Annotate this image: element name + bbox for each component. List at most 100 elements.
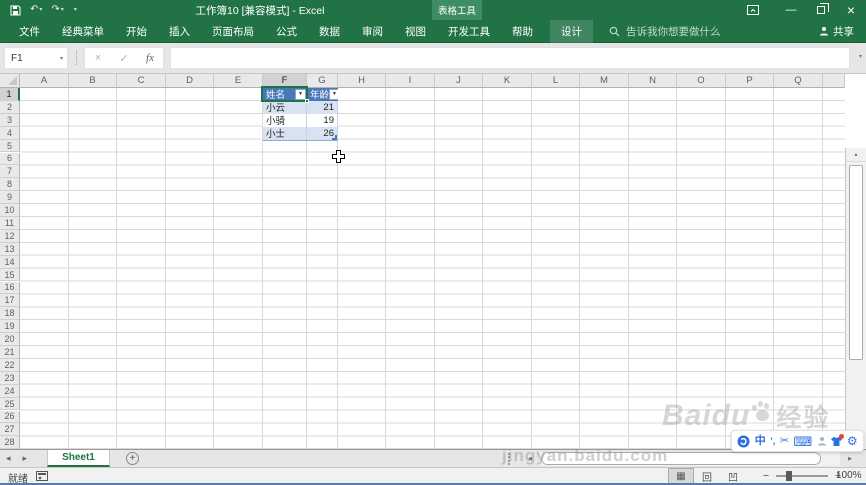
row-header-17[interactable]: 17 <box>0 294 20 308</box>
tab-insert[interactable]: 插入 <box>158 20 201 43</box>
tab-formulas[interactable]: 公式 <box>265 20 308 43</box>
vertical-scroll-thumb[interactable] <box>849 165 863 360</box>
new-sheet-button[interactable]: + <box>125 452 139 465</box>
tab-review[interactable]: 审阅 <box>351 20 394 43</box>
cells-area[interactable] <box>20 88 845 449</box>
ime-punctuation-toggle[interactable]: ’, <box>770 436 775 446</box>
column-header-K[interactable]: K <box>483 74 532 88</box>
row-header-27[interactable]: 27 <box>0 423 20 437</box>
zoom-slider-thumb[interactable] <box>786 471 792 481</box>
table-cell[interactable]: 19 <box>307 113 338 127</box>
insert-function-button[interactable]: fx <box>137 52 163 64</box>
row-header-1[interactable]: 1 <box>0 88 20 101</box>
ribbon-display-options-button[interactable] <box>738 0 768 20</box>
close-button[interactable]: × <box>836 0 866 20</box>
row-header-11[interactable]: 11 <box>0 217 20 230</box>
row-header-13[interactable]: 13 <box>0 242 20 256</box>
tab-view[interactable]: 视图 <box>394 20 437 43</box>
table-header-cell[interactable]: 姓名 ▼ <box>263 88 307 101</box>
column-header-C[interactable]: C <box>117 74 166 88</box>
row-header-14[interactable]: 14 <box>0 255 20 269</box>
horizontal-scroll-thumb[interactable] <box>541 452 821 465</box>
row-header-4[interactable]: 4 <box>0 126 20 140</box>
horizontal-scrollbar[interactable]: ◀ ▶ <box>522 450 858 468</box>
column-header-E[interactable]: E <box>214 74 263 88</box>
filter-button[interactable]: ▼ <box>329 88 338 100</box>
tab-developer[interactable]: 开发工具 <box>437 20 501 43</box>
row-header-7[interactable]: 7 <box>0 165 20 179</box>
column-header-P[interactable]: P <box>726 74 774 88</box>
sheet-nav-left-button[interactable]: ◂ <box>0 450 17 467</box>
column-header-H[interactable]: H <box>338 74 386 88</box>
minimize-button[interactable]: — <box>776 0 806 20</box>
row-header-23[interactable]: 23 <box>0 371 20 385</box>
row-header-3[interactable]: 3 <box>0 113 20 127</box>
undo-button[interactable]: ↶ ▾ <box>30 5 42 15</box>
table-cell[interactable]: 小士 <box>263 126 307 140</box>
row-header-28[interactable]: 28 <box>0 436 20 450</box>
column-header-I[interactable]: I <box>386 74 435 88</box>
tab-scroll-divider[interactable] <box>508 453 510 465</box>
row-header-12[interactable]: 12 <box>0 229 20 243</box>
ime-keyboard-icon[interactable]: ⌨ <box>794 435 813 448</box>
ime-clipboard-icon[interactable]: ✂ <box>780 435 789 447</box>
table-header-cell[interactable]: 年龄 ▼ <box>307 88 338 101</box>
zoom-slider-track[interactable] <box>776 471 828 481</box>
row-header-26[interactable]: 26 <box>0 410 20 424</box>
row-header-22[interactable]: 22 <box>0 358 20 372</box>
zoom-out-button[interactable]: − <box>760 470 772 482</box>
tab-file[interactable]: 文件 <box>8 20 51 43</box>
column-header-M[interactable]: M <box>580 74 629 88</box>
column-header-L[interactable]: L <box>532 74 580 88</box>
tab-help[interactable]: 帮助 <box>501 20 544 43</box>
ime-user-icon[interactable] <box>817 436 827 446</box>
zoom-percentage[interactable]: 100% <box>836 470 862 481</box>
redo-button[interactable]: ↷ ▾ <box>51 5 63 15</box>
row-header-9[interactable]: 9 <box>0 191 20 205</box>
ime-language-toggle[interactable]: 中 <box>755 435 766 447</box>
page-break-view-button[interactable]: 凹 <box>720 468 746 484</box>
row-header-8[interactable]: 8 <box>0 178 20 192</box>
restore-button[interactable] <box>806 0 836 20</box>
formula-input[interactable] <box>170 47 850 69</box>
tab-page-layout[interactable]: 页面布局 <box>201 20 265 43</box>
scroll-right-button[interactable]: ▶ <box>842 451 858 467</box>
row-header-20[interactable]: 20 <box>0 333 20 346</box>
row-header-19[interactable]: 19 <box>0 320 20 334</box>
filter-button[interactable]: ▼ <box>295 88 306 100</box>
normal-view-button[interactable]: ▦ <box>668 468 694 484</box>
sheet-tab-sheet1[interactable]: Sheet1 <box>47 450 110 467</box>
table-cell[interactable]: 小骑 <box>263 113 307 127</box>
formula-bar-expand-icon[interactable]: ▾ <box>859 53 862 60</box>
cancel-entry-button[interactable]: × <box>85 52 111 64</box>
column-header-partial[interactable] <box>823 74 845 88</box>
column-header-J[interactable]: J <box>435 74 483 88</box>
ime-settings-icon[interactable]: ⚙ <box>847 435 858 447</box>
row-header-24[interactable]: 24 <box>0 384 20 398</box>
tell-me-search[interactable]: 告诉我你想要做什么 <box>609 24 721 39</box>
tab-classic-menu[interactable]: 经典菜单 <box>51 20 115 43</box>
customize-qat-button[interactable]: ▾ <box>73 7 77 13</box>
column-header-B[interactable]: B <box>69 74 117 88</box>
column-header-F[interactable]: F <box>263 74 307 88</box>
scroll-left-button[interactable]: ◀ <box>522 451 538 467</box>
tab-home[interactable]: 开始 <box>115 20 158 43</box>
save-button[interactable] <box>10 5 21 16</box>
table-cell[interactable]: 小云 <box>263 100 307 114</box>
row-header-25[interactable]: 25 <box>0 397 20 411</box>
page-layout-view-button[interactable]: 回 <box>694 468 720 484</box>
ime-logo-icon[interactable] <box>737 435 750 448</box>
tab-data[interactable]: 数据 <box>308 20 351 43</box>
scroll-up-button[interactable]: ▲ <box>846 148 866 162</box>
row-header-21[interactable]: 21 <box>0 346 20 359</box>
table-resize-handle[interactable] <box>332 135 337 140</box>
row-header-2[interactable]: 2 <box>0 100 20 114</box>
column-header-O[interactable]: O <box>677 74 726 88</box>
confirm-entry-button[interactable]: ✓ <box>111 52 137 65</box>
row-header-6[interactable]: 6 <box>0 152 20 166</box>
column-header-N[interactable]: N <box>629 74 677 88</box>
sheet-nav-right-button[interactable]: ▸ <box>17 450 34 467</box>
tab-design[interactable]: 设计 <box>550 19 593 43</box>
row-header-15[interactable]: 15 <box>0 268 20 282</box>
row-header-5[interactable]: 5 <box>0 139 20 153</box>
